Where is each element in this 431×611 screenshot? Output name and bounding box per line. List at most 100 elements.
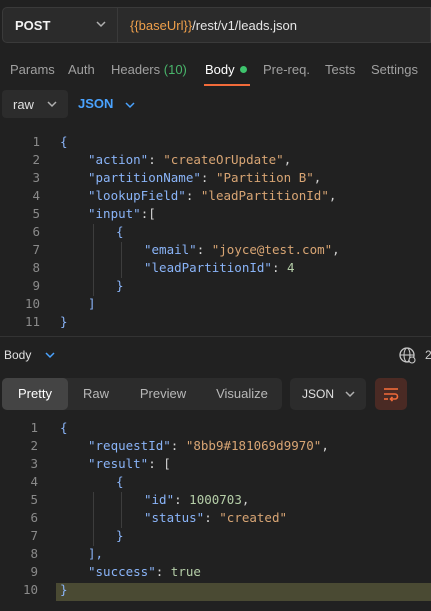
json-key: "action" (88, 152, 149, 167)
code-text: "status": "created" (144, 510, 288, 525)
line-number: 9 (30, 564, 38, 579)
body-status-dot (239, 66, 247, 73)
code-line: 7} (0, 528, 431, 546)
chevron-down-icon[interactable] (44, 349, 56, 361)
json-key: "lookupField" (88, 188, 186, 203)
headers-count: (10) (163, 62, 187, 77)
code-text: { (116, 224, 124, 239)
body-language-label: JSON (78, 96, 114, 111)
json-value: "joyce@test.com" (211, 242, 333, 257)
method-select[interactable]: POST (2, 7, 118, 43)
line-number: 2 (32, 152, 40, 167)
json-key: "id" (144, 492, 175, 507)
response-format-select[interactable]: JSON (290, 378, 366, 410)
code-text: { (116, 474, 124, 489)
code-line: 9} (0, 278, 431, 296)
chevron-down-icon (47, 101, 57, 108)
code-line: 6 "status": "created" (0, 510, 431, 528)
body-language-select[interactable]: JSON (78, 96, 135, 111)
tab-label: Pre-req. (263, 62, 310, 77)
body-type-row: raw JSON (0, 90, 431, 120)
code-text: "lookupField": "leadPartitionId", (88, 188, 337, 203)
tab-tests[interactable]: Tests (325, 62, 355, 77)
view-tab-raw[interactable]: Raw (68, 378, 124, 410)
url-path: /rest/v1/leads.json (192, 17, 297, 33)
tab-label: Auth (68, 62, 95, 77)
url-bar: POST {{baseUrl}}/rest/v1/leads.json (0, 7, 431, 43)
view-tab-pretty[interactable]: Pretty (2, 378, 68, 410)
code-line: 7 "email": "joyce@test.com", (0, 242, 431, 260)
line-number: 1 (32, 134, 40, 149)
tab-body[interactable]: Body (205, 62, 247, 77)
response-status-truncated: 2 (425, 348, 431, 362)
line-number: 10 (24, 296, 40, 311)
code-text: ] (88, 296, 96, 311)
request-body-editor[interactable]: 1{2 "action": "createOrUpdate", 3 "partitio… (0, 134, 431, 332)
tab-pre-request[interactable]: Pre-req. (263, 62, 310, 77)
view-tab-visualize[interactable]: Visualize (202, 378, 282, 410)
code-text: "result": [ (88, 456, 171, 471)
line-number: 11 (24, 314, 40, 329)
json-key: "requestId" (88, 438, 171, 453)
code-text: } (116, 278, 124, 293)
response-view-tabs: Pretty Raw Preview Visualize (2, 378, 282, 410)
tab-settings[interactable]: Settings (371, 62, 418, 77)
globe-icon[interactable] (398, 346, 416, 364)
response-header: Body 2 (0, 345, 431, 367)
line-number: 3 (30, 456, 38, 471)
code-text: "email": "joyce@test.com", (144, 242, 340, 257)
code-line: 5 "id": 1000703, (0, 492, 431, 510)
tab-params[interactable]: Params (10, 62, 55, 77)
code-line: 10] (0, 296, 431, 314)
chevron-down-icon (345, 391, 355, 398)
code-text: "requestId": "8bb9#181069d9970", (88, 438, 329, 453)
response-view-bar: Pretty Raw Preview Visualize JSON (0, 378, 431, 412)
code-line: 11} (0, 314, 431, 332)
body-mode-select[interactable]: raw (2, 90, 68, 118)
response-section-label[interactable]: Body (4, 348, 31, 362)
code-text: "input":[ (88, 206, 156, 221)
active-tab-indicator (204, 84, 250, 86)
code-line: 1{ (0, 134, 431, 152)
response-body-viewer[interactable]: 1{2 "requestId": "8bb9#181069d9970", 3 "res… (0, 420, 431, 610)
json-value: "createOrUpdate" (163, 152, 284, 167)
json-value: 1000703 (189, 492, 242, 507)
method-label: POST (15, 17, 51, 33)
code-line: 9 "success": true (0, 564, 431, 582)
line-number: 3 (32, 170, 40, 185)
body-mode-label: raw (13, 96, 34, 112)
code-line: 2 "action": "createOrUpdate", (0, 152, 431, 170)
json-value: "leadPartitionId" (200, 188, 329, 203)
tab-headers[interactable]: Headers (10) (111, 62, 187, 77)
code-line: 3 "partitionName": "Partition B", (0, 170, 431, 188)
line-number: 5 (32, 206, 40, 221)
pane-divider[interactable] (0, 336, 431, 337)
code-text: { (60, 134, 68, 149)
line-number: 9 (32, 278, 40, 293)
wrap-lines-button[interactable] (375, 378, 407, 410)
code-text: "leadPartitionId": 4 (144, 260, 295, 275)
code-line: 3 "result": [ (0, 456, 431, 474)
line-number: 6 (32, 224, 40, 239)
json-key: "input" (88, 206, 141, 221)
indent-guide (93, 224, 94, 296)
tab-label: Settings (371, 62, 418, 77)
view-tab-preview[interactable]: Preview (124, 378, 202, 410)
indent-guide (121, 242, 122, 278)
code-text: } (60, 314, 68, 329)
line-number: 10 (22, 582, 38, 597)
line-number: 8 (32, 260, 40, 275)
line-number: 4 (32, 188, 40, 203)
wrap-lines-icon (384, 388, 399, 402)
line-number: 2 (30, 438, 38, 453)
indent-guide (121, 492, 122, 528)
line-number: 6 (30, 510, 38, 525)
line-number: 7 (32, 242, 40, 257)
line-number: 8 (30, 546, 38, 561)
url-variable: {{baseUrl}} (130, 17, 193, 33)
code-line: 2 "requestId": "8bb9#181069d9970", (0, 438, 431, 456)
url-input[interactable]: {{baseUrl}}/rest/v1/leads.json (118, 7, 431, 43)
tab-auth[interactable]: Auth (68, 62, 95, 77)
tab-label: Params (10, 62, 55, 77)
line-number: 7 (30, 528, 38, 543)
